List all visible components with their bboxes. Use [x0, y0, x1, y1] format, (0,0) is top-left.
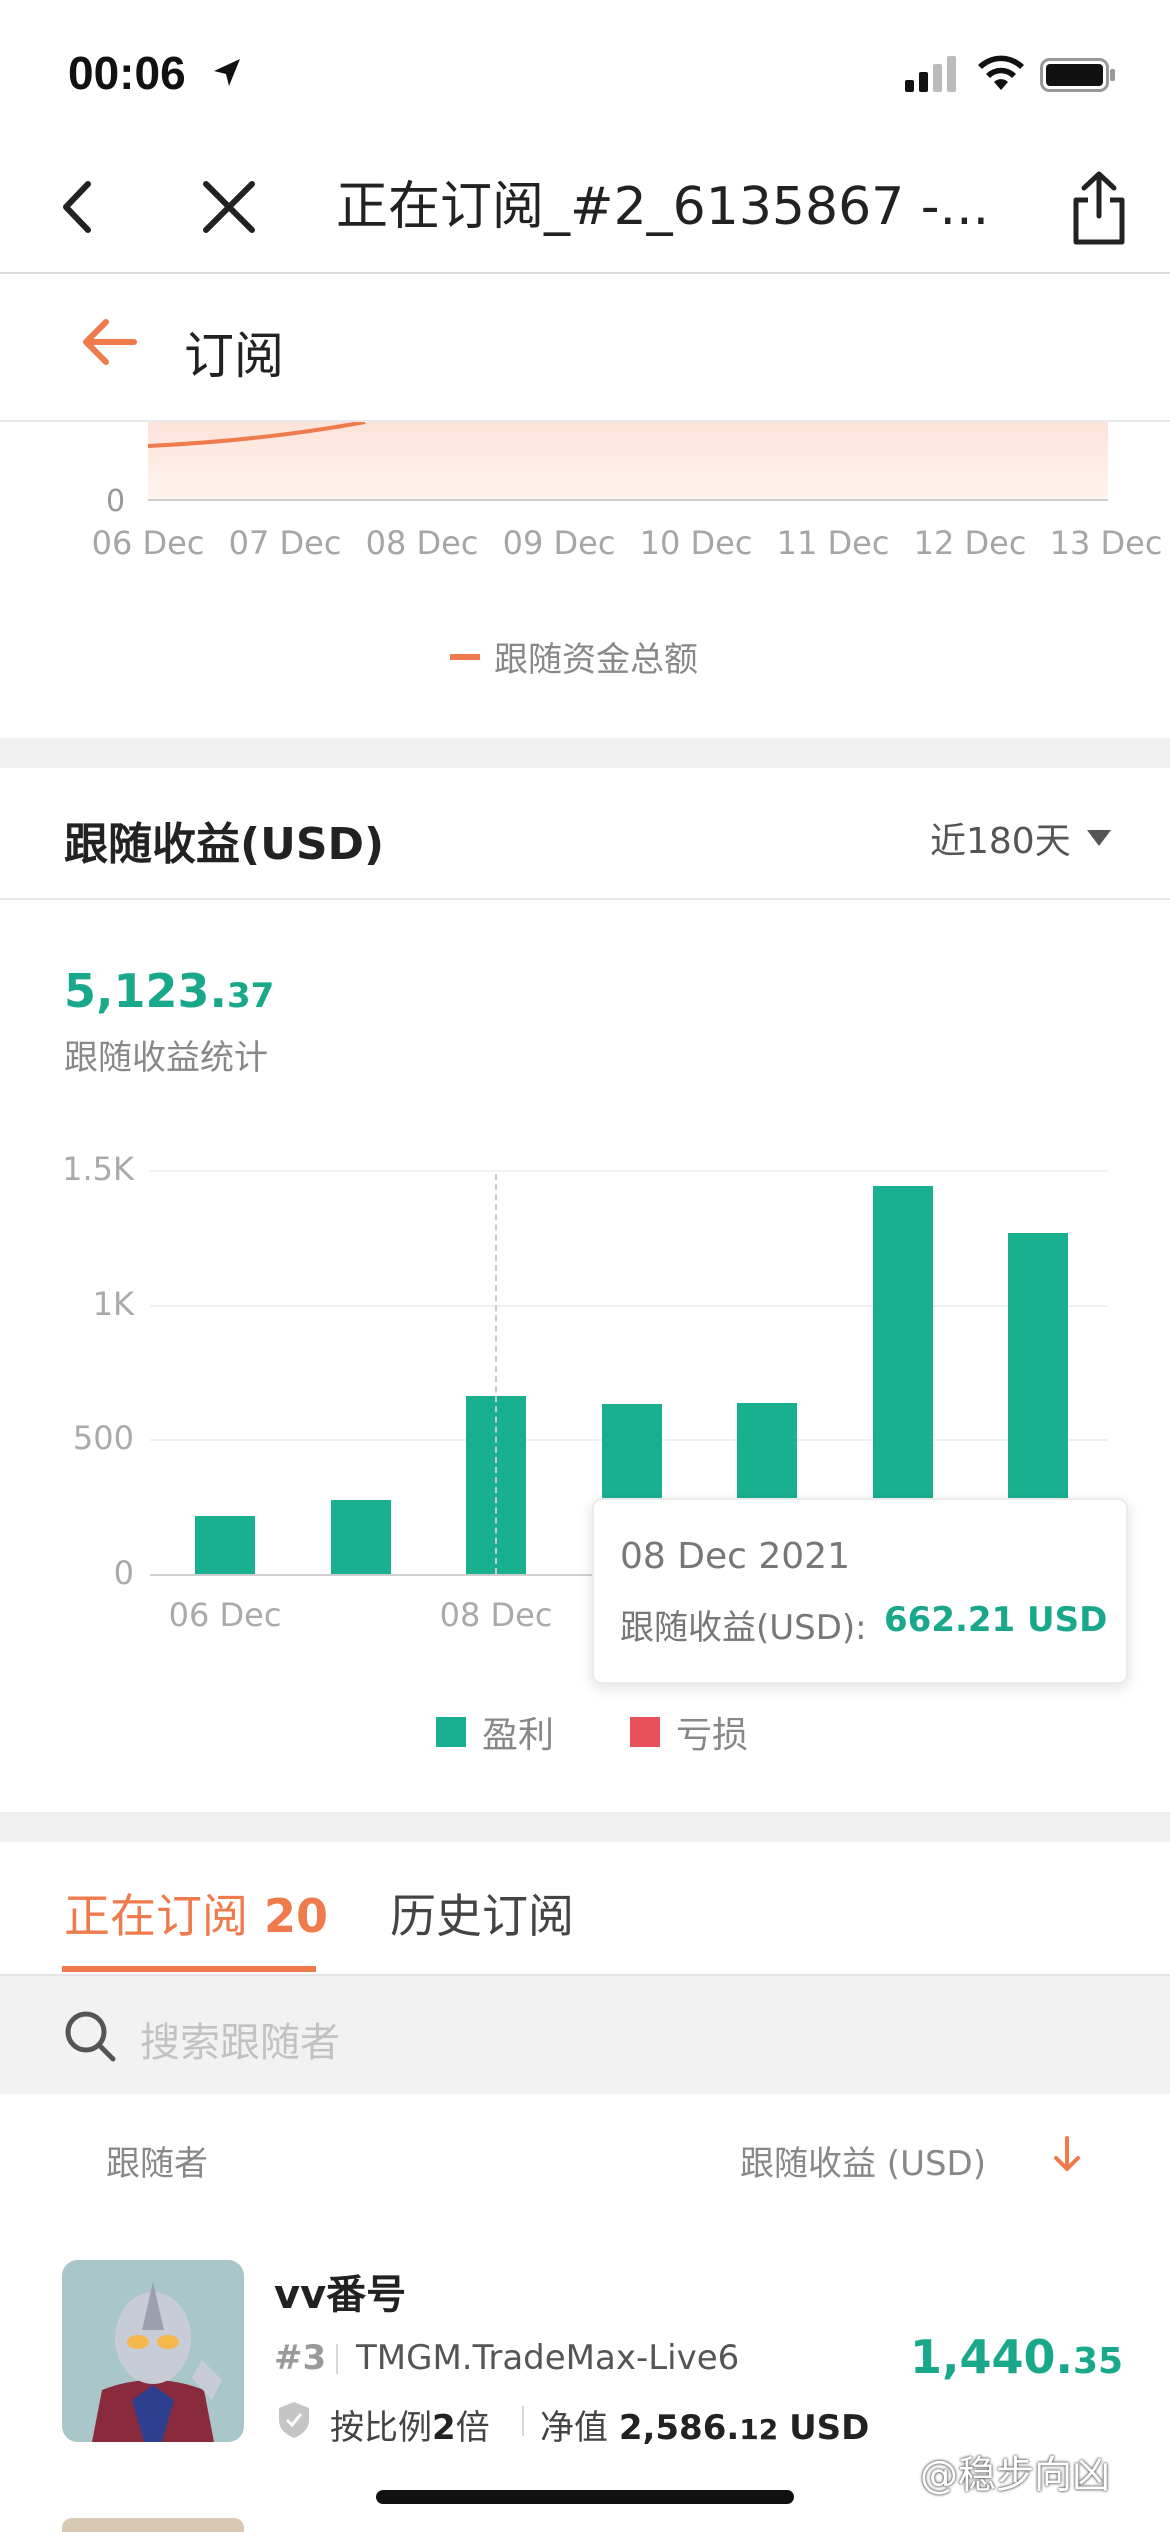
loss-swatch	[630, 1717, 661, 1747]
active-tab-indicator	[62, 1966, 316, 1972]
follower-rank: #3	[274, 2338, 327, 2378]
section-divider	[0, 1812, 1170, 1842]
follower-income-main: 1,440.	[910, 2330, 1073, 2384]
tab-current-label: 正在订阅	[64, 1889, 248, 1943]
location-arrow-icon	[210, 56, 244, 94]
share-button[interactable]	[1064, 168, 1134, 248]
income-chart-legend: 盈利 亏损	[436, 1706, 748, 1758]
browser-close-button[interactable]	[194, 172, 264, 242]
x-tick-label: 06 Dec	[91, 524, 205, 562]
net-value-unit: USD	[789, 2408, 870, 2448]
y-tick-label: 0	[113, 1554, 134, 1592]
follower-name[interactable]: vv番号	[274, 2262, 406, 2320]
y-axis-label: 0	[106, 484, 126, 519]
income-section-title: 跟随收益(USD)	[64, 819, 385, 870]
ratio-value: 2	[432, 2408, 456, 2448]
legend-loss-label: 亏损	[676, 1715, 749, 1756]
gridline	[150, 1304, 1108, 1307]
x-tick-label: 12 Dec	[913, 524, 1027, 562]
browser-page-title: 正在订阅_#2_6135867 -...	[336, 177, 990, 237]
battery-icon	[1040, 58, 1116, 96]
page-title: 订阅	[184, 327, 284, 385]
legend-line-swatch	[450, 653, 480, 660]
x-tick-label: 10 Dec	[639, 524, 753, 562]
follower-income-decimal: 35	[1072, 2341, 1124, 2382]
x-tick-label: 08 Dec	[439, 1596, 553, 1634]
fund-chart-legend: 跟随资金总额	[450, 632, 698, 681]
search-input-placeholder[interactable]: 搜索跟随者	[140, 2010, 340, 2068]
tab-current-count: 20	[264, 1889, 329, 1943]
avatar[interactable]	[62, 2260, 244, 2442]
search-icon	[62, 2008, 118, 2068]
total-income-value: 5,123.37	[64, 964, 274, 1018]
divider	[522, 2406, 524, 2436]
follow-ratio: 按比例2倍	[330, 2400, 490, 2449]
watermark: @稳步向凶	[920, 2453, 1111, 2497]
bar-07-dec[interactable]	[330, 1499, 391, 1574]
gridline	[150, 1170, 1108, 1172]
tab-current-subscriptions[interactable]: 正在订阅 20	[64, 1880, 328, 1946]
browser-back-button[interactable]	[46, 172, 116, 242]
y-tick-label: 1K	[92, 1284, 134, 1323]
net-value-main: 2,586.	[618, 2408, 740, 2448]
follower-server: TMGM.TradeMax-Live6	[356, 2338, 740, 2378]
tab-history-subscriptions[interactable]: 历史订阅	[390, 1880, 574, 1946]
home-indicator	[376, 2490, 794, 2504]
caret-down-icon	[1086, 830, 1111, 846]
y-tick-label: 500	[72, 1419, 134, 1458]
page-header	[0, 276, 1170, 422]
x-axis-labels: 06 Dec 07 Dec 08 Dec 09 Dec 10 Dec 11 De…	[0, 524, 1170, 568]
status-time: 00:06	[68, 47, 186, 99]
net-value: 净值 2,586.12 USD	[540, 2400, 869, 2449]
period-dropdown[interactable]: 近180天	[930, 812, 1111, 864]
ratio-prefix: 按比例	[330, 2408, 432, 2448]
column-header-follower: 跟随者	[106, 2144, 208, 2184]
shield-icon	[276, 2400, 312, 2444]
x-tick-label: 06 Dec	[168, 1596, 282, 1634]
tooltip-date: 08 Dec 2021	[620, 1536, 850, 1577]
bar-06-dec[interactable]	[195, 1516, 255, 1574]
x-tick-label: 07 Dec	[228, 524, 342, 562]
tooltip-label: 跟随收益(USD):	[620, 1608, 867, 1648]
section-divider	[0, 738, 1170, 768]
net-value-label: 净值	[540, 2408, 608, 2448]
next-row-avatar-peek	[62, 2518, 244, 2532]
follower-income: 1,440.35	[910, 2330, 1123, 2384]
x-tick-label: 11 Dec	[776, 524, 890, 562]
period-dropdown-value: 近180天	[930, 821, 1071, 862]
column-header-income[interactable]: 跟随收益 (USD)	[740, 2136, 986, 2185]
x-tick-label: 09 Dec	[502, 524, 616, 562]
legend-label: 跟随资金总额	[494, 640, 698, 680]
cellular-signal-icon	[905, 56, 959, 96]
x-tick-label: 13 Dec	[1049, 524, 1163, 562]
total-income-label: 跟随收益统计	[64, 1038, 268, 1078]
divider	[336, 2344, 338, 2374]
chart-tooltip	[592, 1498, 1128, 1684]
total-income-main: 5,123.	[64, 964, 227, 1018]
y-tick-label: 1.5K	[62, 1150, 134, 1188]
sort-descending-icon[interactable]	[1050, 2134, 1084, 2178]
net-value-decimal: 12	[739, 2413, 779, 2446]
ratio-suffix: 倍	[455, 2408, 490, 2448]
x-tick-label: 08 Dec	[365, 524, 479, 562]
back-arrow-icon[interactable]	[80, 314, 140, 370]
follow-capital-chart	[0, 420, 1170, 738]
wifi-icon	[976, 52, 1026, 96]
total-income-decimal: 37	[226, 976, 275, 1016]
legend-profit-label: 盈利	[482, 1715, 555, 1756]
tooltip-value: 662.21 USD	[884, 1600, 1108, 1640]
selected-indicator-line	[495, 1174, 497, 1574]
profit-swatch	[436, 1717, 466, 1747]
